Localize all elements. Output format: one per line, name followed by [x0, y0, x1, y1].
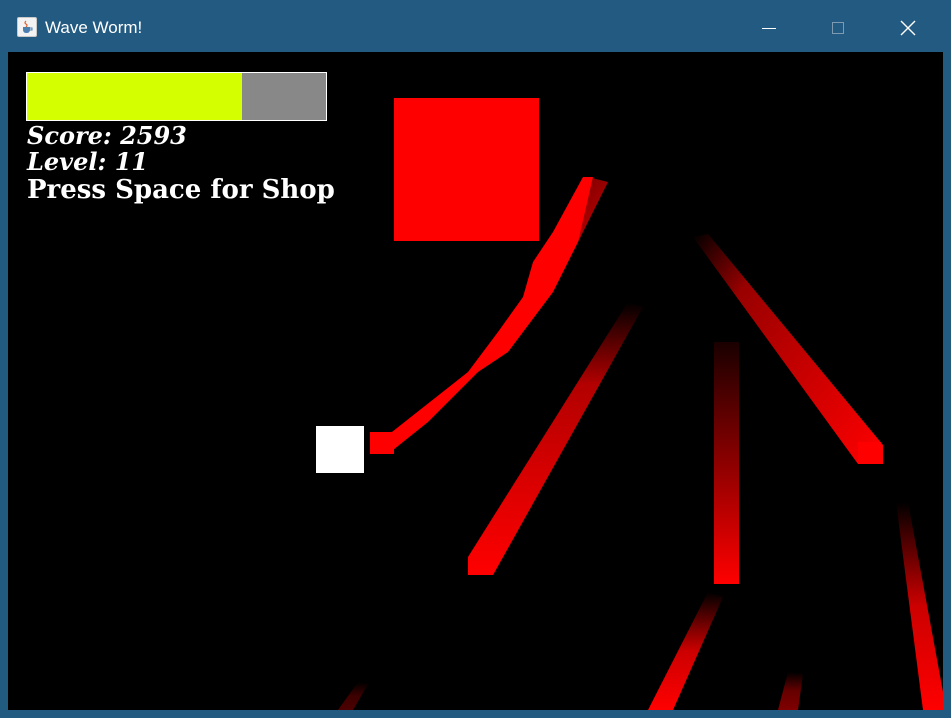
- game-window: Wave Worm! Score: 2593 Level: 11 Press S…: [0, 0, 951, 718]
- level-label: Level: 11: [27, 147, 149, 176]
- enemy-worm-vertical: [714, 342, 739, 584]
- minimize-button[interactable]: [746, 10, 792, 46]
- java-cup-icon: [17, 17, 37, 37]
- close-icon: [900, 20, 916, 36]
- maximize-icon: [832, 22, 844, 34]
- score-label: Score: 2593: [27, 121, 187, 150]
- enemy-worm-bottom-left: [648, 592, 723, 710]
- health-bar: [26, 72, 327, 121]
- shop-hint-label: Press Space for Shop: [27, 175, 335, 205]
- title-bar[interactable]: Wave Worm!: [0, 0, 951, 52]
- enemy-square-large: [394, 98, 539, 241]
- enemy-worm-bottom-right: [896, 502, 943, 710]
- window-bottom-border: [0, 710, 951, 718]
- enemy-worm-head: [370, 432, 394, 454]
- game-canvas[interactable]: Score: 2593 Level: 11 Press Space for Sh…: [8, 52, 943, 710]
- enemy-worm-bottom-small: [778, 672, 803, 710]
- window-title: Wave Worm!: [45, 18, 143, 37]
- game-scene: [338, 98, 943, 710]
- player-square: [316, 426, 364, 473]
- maximize-button[interactable]: [815, 10, 861, 46]
- minimize-icon: [762, 27, 776, 29]
- health-bar-fill: [27, 73, 243, 120]
- enemy-worm-bottom-faint: [338, 682, 368, 710]
- close-button[interactable]: [885, 10, 931, 46]
- enemy-worm-right-head: [858, 442, 881, 464]
